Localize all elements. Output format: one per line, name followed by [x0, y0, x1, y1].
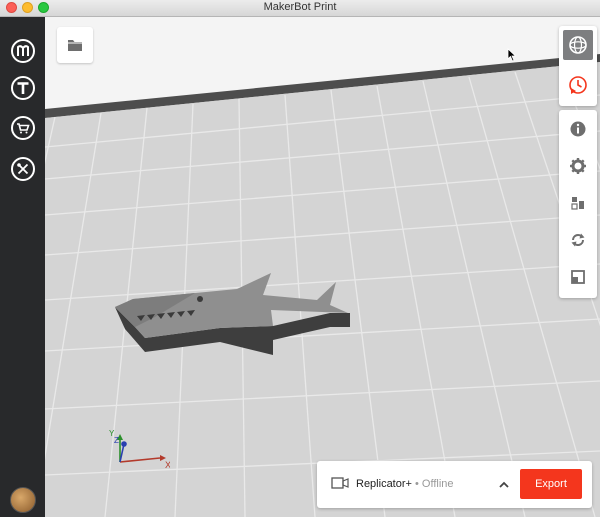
mouse-cursor	[507, 48, 517, 67]
view-mode-button[interactable]	[563, 30, 593, 60]
printer-icon	[331, 477, 349, 489]
scale-button[interactable]	[563, 262, 593, 292]
thingiverse-button[interactable]	[10, 75, 36, 101]
axis-z-label: Z	[114, 436, 119, 445]
title-bar: MakerBot Print	[0, 0, 600, 17]
open-file-button[interactable]	[57, 27, 93, 63]
printer-label[interactable]: Replicator+ • Offline	[356, 478, 454, 490]
scale-icon	[571, 270, 585, 284]
printer-select-button[interactable]	[331, 476, 349, 495]
sidebar	[0, 17, 45, 517]
tools-icon	[11, 157, 35, 181]
window-title: MakerBot Print	[263, 1, 337, 13]
utilities-button[interactable]	[10, 156, 36, 182]
arrow-cursor-icon	[507, 48, 517, 62]
print-preview-button[interactable]	[563, 70, 593, 100]
thingiverse-icon	[11, 76, 35, 100]
printer-status: • Offline	[411, 478, 454, 490]
printer-expand-button[interactable]	[498, 477, 510, 495]
makerbot-logo-icon	[11, 39, 35, 63]
settings-gear-icon	[570, 158, 586, 174]
info-button[interactable]	[563, 114, 593, 144]
settings-button[interactable]	[563, 151, 593, 181]
object-toolbar	[559, 110, 597, 298]
user-avatar[interactable]	[10, 487, 36, 513]
axis-x-label: X	[165, 460, 170, 470]
printer-name: Replicator+	[356, 478, 412, 490]
axis-gizmo: X Y Z	[100, 422, 171, 477]
app-window: MakerBot Print X Y Z Replicator+ • Offli…	[0, 0, 600, 517]
rotate-icon	[571, 233, 585, 247]
cart-icon	[11, 116, 35, 140]
view-toolbar	[559, 26, 597, 106]
chevron-up-icon	[499, 481, 509, 488]
arrange-button[interactable]	[563, 188, 593, 218]
build-plate-viewport[interactable]: X Y Z Replicator+ • Offline Export	[45, 17, 600, 517]
store-button[interactable]	[10, 115, 36, 141]
export-button[interactable]: Export	[520, 469, 582, 499]
rotate-button[interactable]	[563, 225, 593, 255]
makerbot-logo-button[interactable]	[10, 38, 36, 64]
view-sphere-icon	[569, 36, 587, 54]
info-icon	[570, 121, 586, 137]
folder-icon	[68, 40, 82, 51]
arrange-icon	[571, 197, 584, 210]
print-preview-icon	[569, 76, 587, 94]
printer-bar: Replicator+ • Offline Export	[317, 461, 592, 508]
